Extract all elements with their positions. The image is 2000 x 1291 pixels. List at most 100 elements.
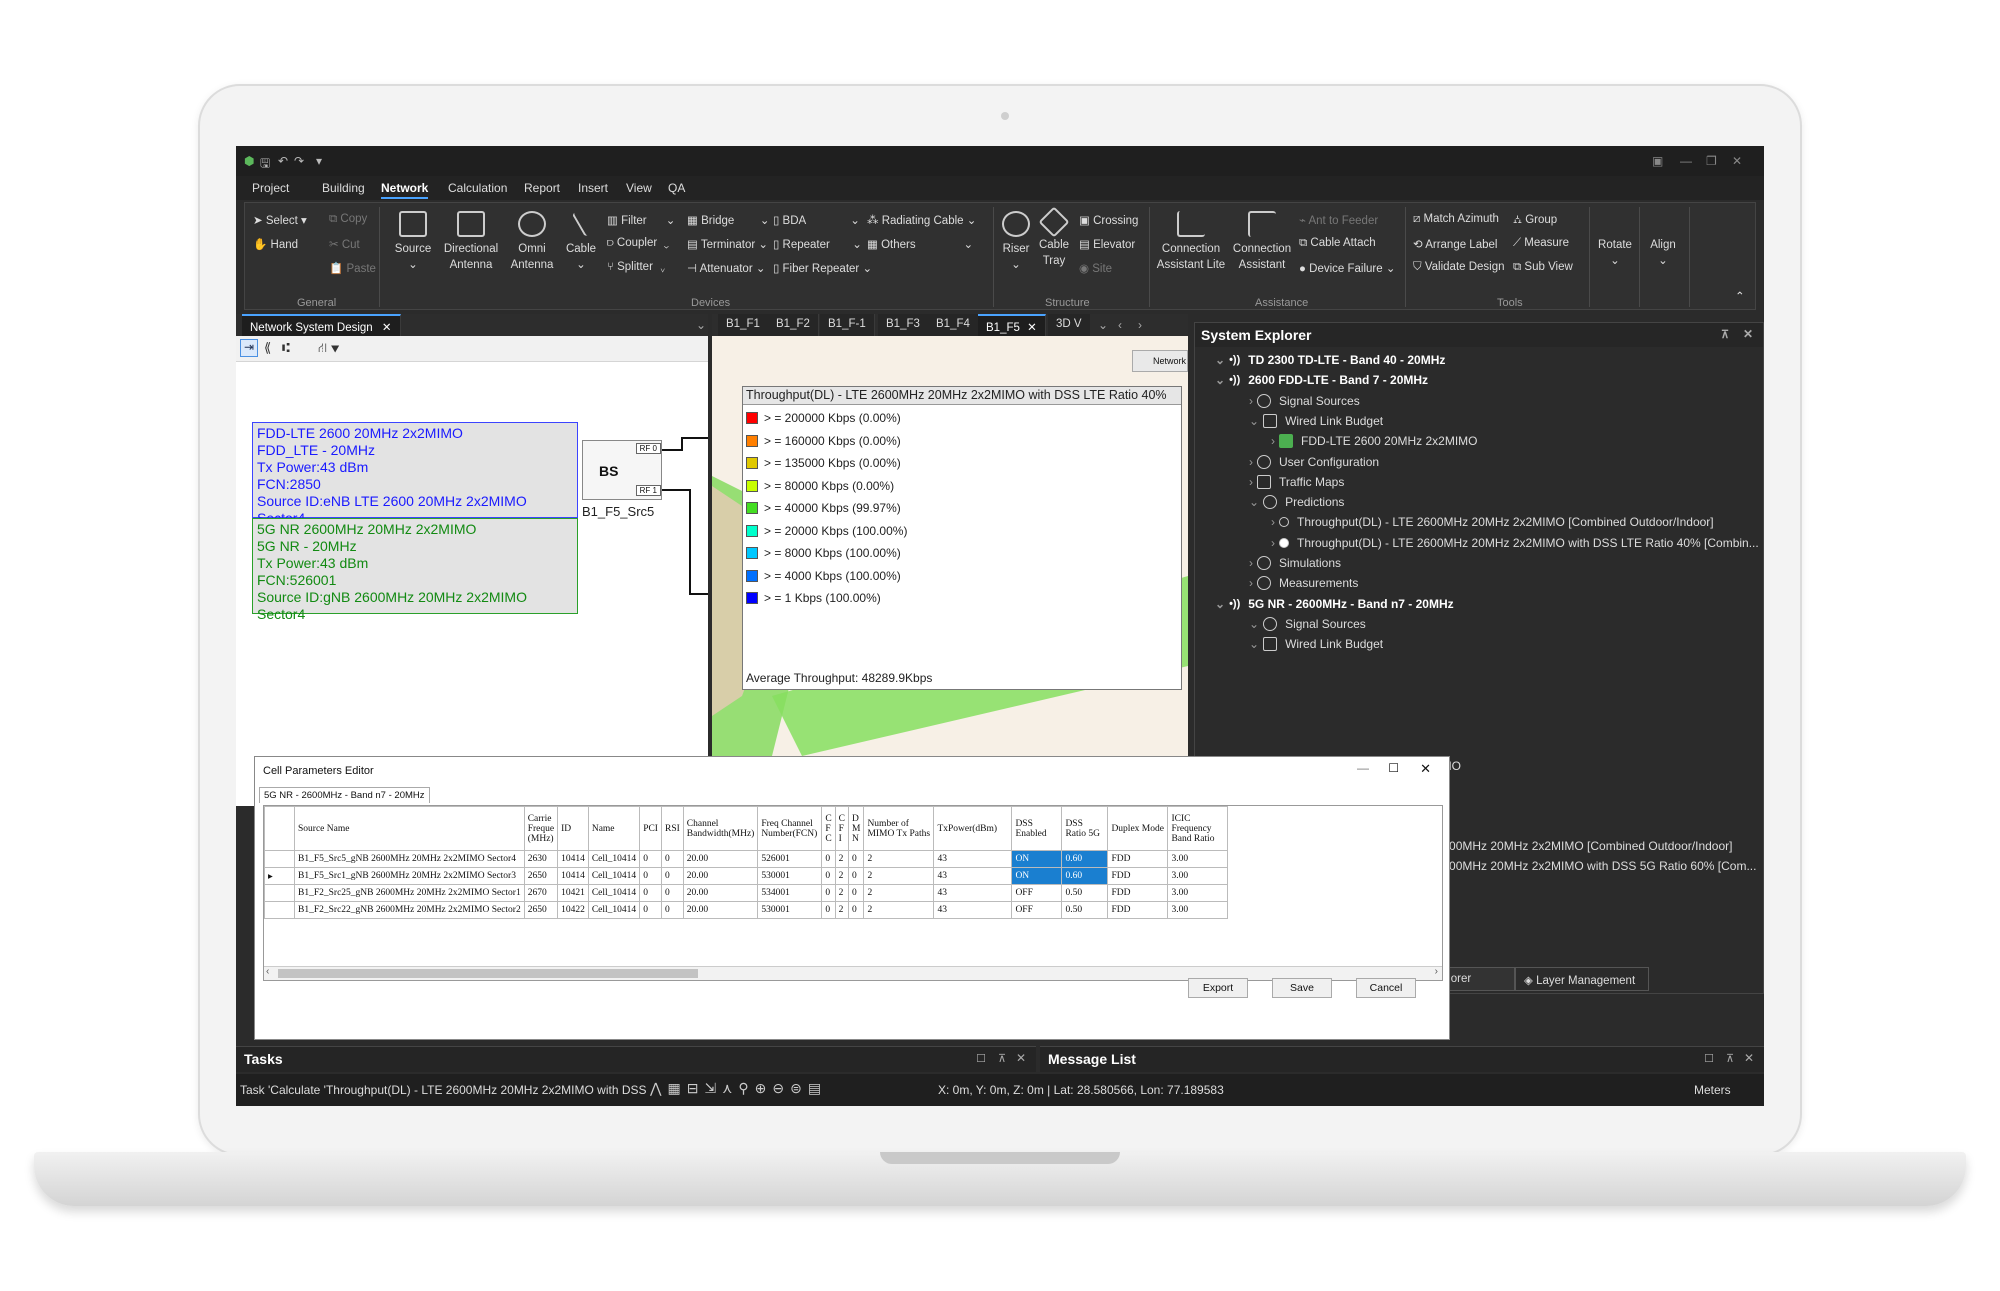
scroll-left-icon[interactable]: ‹ [266,966,269,977]
cable-attach-button[interactable]: ⧉ Cable Attach [1299,237,1376,250]
restore-layout-icon[interactable]: ▣ [1652,154,1663,168]
table-cell[interactable]: 20.00 [682,850,759,868]
tree-item[interactable]: ⌄ •)) 5G NR - 2600MHz - Band n7 - 20MHz [1215,597,1454,611]
undo-icon[interactable]: ↶ [278,154,288,168]
table-cell[interactable]: 10414 [557,850,589,868]
tab-b1-f4[interactable]: B1_F4 [928,314,979,336]
measure-button[interactable]: ⟋ Measure [1513,237,1569,250]
elevator-button[interactable]: ▤ Elevator [1079,237,1135,251]
table-cell[interactable]: 2 [863,901,935,919]
close-icon[interactable]: ✕ [1420,761,1431,777]
table-cell[interactable]: 43 [933,867,1013,885]
tab-b1-f3[interactable]: B1_F3 [878,314,929,336]
table-cell[interactable]: 0 [821,884,836,902]
coupler-button[interactable]: ⫐ Coupler ⌄ [607,237,669,250]
menu-qa[interactable]: QA [668,181,685,195]
expand-icon[interactable]: › [1249,576,1253,590]
riser-button[interactable]: Riser ⌄ [999,211,1033,273]
bridge-button[interactable]: ▦ Bridge ⌄ [687,213,770,227]
tab-network-system-design[interactable]: Network System Design ✕ [242,314,401,336]
table-cell[interactable]: OFF [1011,901,1063,919]
column-header[interactable]: Carrie Freque (MHz) [523,806,559,851]
expand-icon[interactable]: ⌄ [1249,637,1259,651]
cell-grid[interactable]: Source Name Carrie Freque (MHz) ID Name PCI R… [263,805,1443,981]
table-cell[interactable]: 2 [863,867,935,885]
table-cell[interactable]: B1_F5_Src1_gNB 2600MHz 20MHz 2x2MIMO Sec… [294,867,525,885]
collapse-ribbon-icon[interactable]: ⌃ [1735,289,1745,303]
table-row[interactable]: B1_F5_Src5_gNB 2600MHz 20MHz 2x2MIMO Sec… [264,850,1229,868]
table-cell[interactable]: 0.50 [1061,884,1109,902]
tab-dropdown-icon[interactable]: ⌄ [696,318,706,332]
expand-icon[interactable]: ⌄ [1249,617,1259,631]
cut-button[interactable]: ✂ Cut [329,237,360,251]
maximize-icon[interactable]: ☐ [1388,761,1399,775]
terminator-button[interactable]: ▤ Terminator ⌄ [687,237,768,251]
tab-b1-f5[interactable]: B1_F5 ✕ [978,314,1046,336]
table-cell[interactable]: 2 [863,884,935,902]
table-cell[interactable]: 2 [834,867,850,885]
maximize-icon[interactable]: ❐ [1706,154,1717,168]
table-cell[interactable]: 0 [639,884,662,902]
table-cell[interactable]: B1_F5_Src5_gNB 2600MHz 20MHz 2x2MIMO Sec… [294,850,525,868]
table-row[interactable]: B1_F2_Src22_gNB 2600MHz 20MHz 2x2MIMO Se… [264,901,1229,919]
table-cell[interactable]: 20.00 [682,901,759,919]
expand-icon[interactable]: › [1249,556,1253,570]
table-cell[interactable]: 0 [639,901,662,919]
redo-icon[interactable]: ↷ [294,154,304,168]
save-button[interactable]: Save [1272,978,1332,998]
table-cell[interactable]: FDD [1107,901,1169,919]
minimize-icon[interactable]: — [1680,154,1692,168]
table-cell[interactable]: 0 [639,867,662,885]
table-cell[interactable]: Cell_10414 [587,901,641,919]
tree-item[interactable]: › User Configuration [1249,454,1379,469]
column-header[interactable]: C F C [821,806,836,851]
units-label[interactable]: Meters [1694,1083,1731,1097]
expand-icon[interactable]: ⌄ [1215,373,1225,387]
table-cell[interactable]: 0 [847,884,865,902]
column-header[interactable]: RSI [660,806,684,851]
expand-icon[interactable]: › [1249,475,1253,489]
scrollbar-thumb[interactable] [278,969,698,978]
table-cell[interactable]: 2 [834,850,850,868]
column-header[interactable]: Channel Bandwidth(MHz) [682,806,759,851]
tree-item[interactable]: › Signal Sources [1249,393,1360,408]
column-header[interactable]: Source Name [294,806,525,851]
table-cell[interactable]: 0 [639,850,662,868]
directional-antenna-button[interactable]: Directional Antenna [441,211,501,273]
table-cell[interactable]: 0.50 [1061,901,1109,919]
table-row[interactable]: ▸ B1_F5_Src1_gNB 2600MHz 20MHz 2x2MIMO Se… [264,867,1229,885]
validate-design-button[interactable]: ⛉ Validate Design [1413,261,1505,274]
table-cell[interactable]: 0 [847,850,865,868]
table-cell[interactable]: Cell_10414 [587,884,641,902]
tree-item[interactable]: › Traffic Maps [1249,474,1344,489]
table-cell[interactable]: ON [1011,850,1063,868]
expand-icon[interactable]: › [1249,394,1253,408]
table-cell[interactable]: 2650 [523,867,559,885]
fiber-repeater-button[interactable]: ▯ Fiber Repeater ⌄ [773,261,872,275]
menu-report[interactable]: Report [524,181,560,195]
menu-network[interactable]: Network [381,181,429,199]
hand-button[interactable]: ✋ Hand [253,237,298,251]
expand-icon[interactable]: ⌄ [1249,414,1259,428]
rotate-button[interactable]: Rotate ⌄ [1595,237,1635,269]
tab-b1-f-1[interactable]: B1_F-1 [820,314,875,336]
others-button[interactable]: ▦ Others ⌄ [867,237,973,251]
group-button[interactable]: ⛼ Group [1513,213,1557,228]
table-cell[interactable]: 0 [847,901,865,919]
column-header[interactable]: PCI [639,806,662,851]
close-icon[interactable]: ✕ [1016,1051,1026,1065]
table-cell[interactable]: B1_F2_Src22_gNB 2600MHz 20MHz 2x2MIMO Se… [294,901,525,919]
close-icon[interactable]: ✕ [1743,327,1753,341]
maximize-icon[interactable]: ☐ [976,1052,986,1065]
column-header[interactable]: DSS Enabled [1011,806,1063,851]
radiating-cable-button[interactable]: ⁂ Radiating Cable ⌄ [867,213,976,227]
expand-icon[interactable]: › [1271,536,1275,550]
splitter-button[interactable]: ⑂ Splitter ⌄ [607,261,666,273]
menu-view[interactable]: View [626,181,652,195]
table-cell[interactable]: 2 [863,850,935,868]
device-failure-button[interactable]: ● Device Failure ⌄ [1299,261,1396,275]
row-selector[interactable]: ▸ [264,867,295,885]
expand-icon[interactable]: ⌄ [1215,597,1225,611]
close-icon[interactable]: ✕ [1744,1051,1754,1065]
expand-icon[interactable]: › [1271,434,1275,448]
